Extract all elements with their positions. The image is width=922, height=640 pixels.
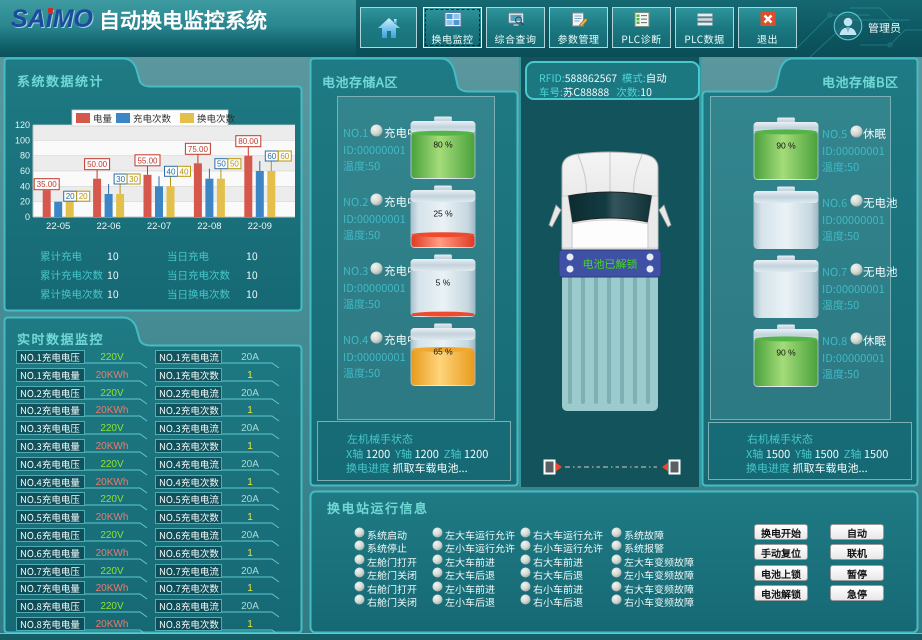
svg-text:20: 20: [79, 192, 88, 201]
svg-text:25 %: 25 %: [433, 209, 453, 219]
svg-text:22-07: 22-07: [147, 221, 171, 232]
svg-text:30: 30: [129, 175, 138, 184]
svg-text:22-08: 22-08: [197, 221, 221, 232]
svg-text:50.00: 50.00: [87, 160, 108, 169]
svg-text:65 %: 65 %: [433, 347, 453, 357]
svg-text:60: 60: [20, 166, 30, 176]
svg-text:60: 60: [280, 152, 289, 161]
svg-text:90 %: 90 %: [776, 348, 796, 358]
svg-text:换电次数: 换电次数: [197, 111, 236, 125]
svg-text:40: 40: [167, 167, 176, 176]
svg-text:20: 20: [66, 192, 75, 201]
svg-text:60: 60: [267, 152, 276, 161]
svg-text:80.00: 80.00: [238, 137, 259, 146]
svg-text:0: 0: [25, 212, 30, 222]
svg-text:30: 30: [116, 175, 125, 184]
svg-text:22-06: 22-06: [96, 221, 120, 232]
svg-text:50: 50: [230, 160, 239, 169]
svg-text:35.00: 35.00: [37, 180, 58, 189]
svg-text:100: 100: [15, 135, 30, 145]
svg-text:40: 40: [20, 181, 30, 191]
svg-text:80 %: 80 %: [433, 140, 453, 150]
svg-text:120: 120: [15, 120, 30, 130]
svg-text:50: 50: [217, 160, 226, 169]
svg-text:5 %: 5 %: [436, 278, 451, 288]
svg-text:充电次数: 充电次数: [133, 111, 172, 125]
svg-text:20: 20: [20, 197, 30, 207]
svg-text:40: 40: [180, 167, 189, 176]
svg-text:75.00: 75.00: [188, 145, 209, 154]
svg-text:80: 80: [20, 151, 30, 161]
svg-text:22-09: 22-09: [248, 221, 272, 232]
svg-text:90 %: 90 %: [776, 141, 796, 151]
svg-text:55.00: 55.00: [137, 156, 158, 165]
svg-text:电量: 电量: [93, 111, 113, 125]
svg-text:22-05: 22-05: [46, 221, 70, 232]
svg-text:电池已解锁: 电池已解锁: [583, 256, 638, 272]
